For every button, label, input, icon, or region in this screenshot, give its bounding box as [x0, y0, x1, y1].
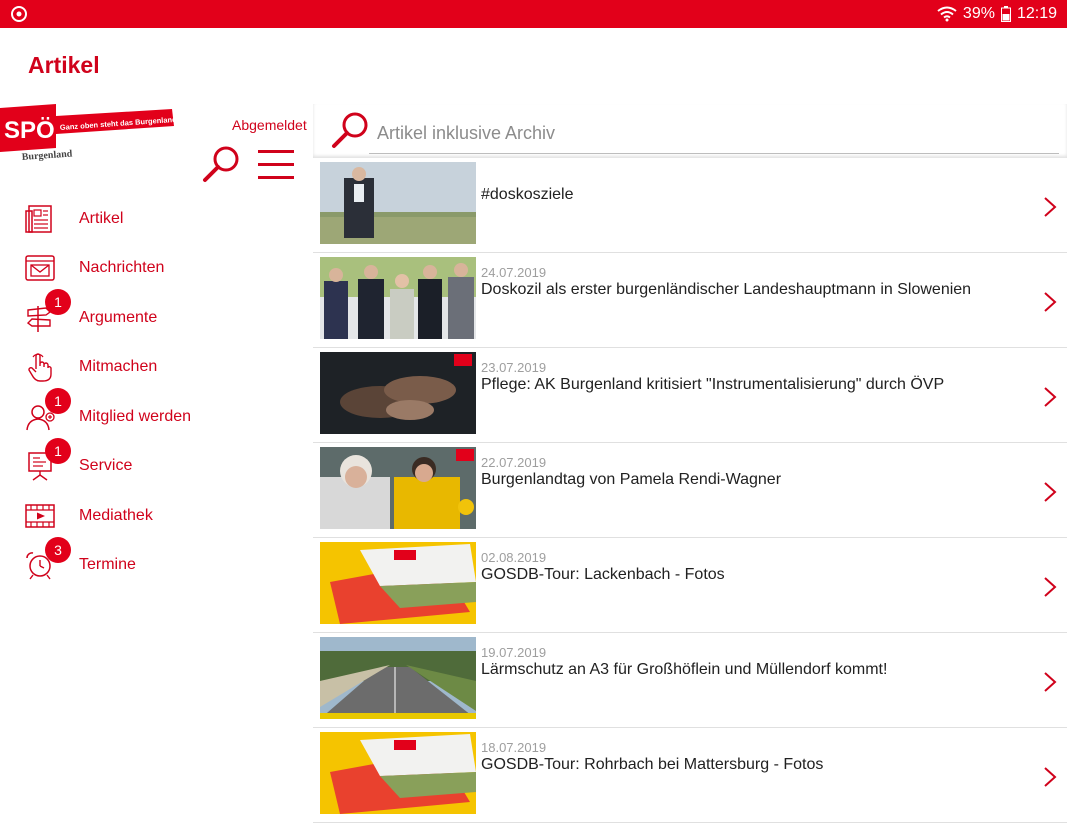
article-thumbnail: [320, 257, 476, 339]
article-thumbnail: [320, 637, 476, 719]
article-list: #doskosziele 24.07.2019 Doskozil als ers…: [313, 158, 1067, 823]
sidebar-item-mediathek[interactable]: Mediathek: [0, 491, 313, 541]
hamburger-menu-icon[interactable]: [258, 150, 294, 180]
notification-badge: 1: [45, 388, 71, 414]
article-title: GOSDB-Tour: Rohrbach bei Mattersburg - F…: [481, 756, 824, 773]
article-list-panel: #doskosziele 24.07.2019 Dosk: [313, 104, 1067, 823]
svg-text:Burgenland: Burgenland: [21, 148, 73, 163]
sidebar-item-termine[interactable]: 3 Termine: [0, 536, 313, 591]
search-bar: [313, 104, 1067, 158]
article-thumbnail: [320, 352, 476, 434]
article-date: 19.07.2019: [481, 645, 547, 660]
article-date: 23.07.2019: [481, 360, 547, 375]
list-item[interactable]: 19.07.2019 Lärmschutz an A3 für Großhöfl…: [313, 633, 1067, 728]
login-status-link[interactable]: Abgemeldet: [232, 117, 307, 133]
article-title: Lärmschutz an A3 für Großhöflein und Mül…: [481, 661, 888, 678]
sidebar-item-label: Service: [79, 457, 133, 475]
sidebar-item-label: Nachrichten: [79, 259, 165, 277]
sidebar-item-service[interactable]: 1 Service: [0, 437, 313, 492]
article-date: 18.07.2019: [481, 740, 547, 755]
chevron-right-icon: [1044, 387, 1057, 407]
notification-badge: 1: [45, 289, 71, 315]
sidebar-item-label: Mediathek: [79, 506, 153, 524]
article-title: Pflege: AK Burgenland kritisiert "Instru…: [481, 376, 945, 393]
sidebar-item-mitmachen[interactable]: Mitmachen: [0, 343, 313, 393]
search-icon[interactable]: [202, 144, 242, 184]
article-thumbnail: [320, 447, 476, 529]
list-item[interactable]: 24.07.2019 Doskozil als erster burgenlän…: [313, 253, 1067, 348]
article-date: 22.07.2019: [481, 455, 547, 470]
chevron-right-icon: [1044, 482, 1057, 502]
hand-pointer-icon: [28, 353, 52, 382]
sidebar-item-label: Termine: [79, 556, 136, 574]
envelope-icon: [25, 255, 55, 281]
battery-percent: 39%: [962, 5, 995, 22]
wifi-icon: [937, 6, 957, 22]
article-title: #doskosziele: [481, 186, 574, 203]
search-icon[interactable]: [331, 110, 369, 150]
list-item[interactable]: #doskosziele: [313, 158, 1067, 253]
sidebar-item-argumente[interactable]: 1 Argumente: [0, 289, 313, 343]
list-item[interactable]: 23.07.2019 Pflege: AK Burgenland kritisi…: [313, 348, 1067, 443]
article-thumbnail: [320, 542, 476, 624]
sidebar-item-artikel[interactable]: Artikel: [0, 194, 313, 244]
list-item[interactable]: 02.08.2019 GOSDB-Tour: Lackenbach - Foto…: [313, 538, 1067, 633]
battery-icon: [1000, 6, 1011, 22]
search-input[interactable]: [369, 114, 1059, 154]
sidebar-item-label: Argumente: [79, 308, 158, 326]
chevron-right-icon: [1044, 577, 1057, 597]
chevron-right-icon: [1044, 292, 1057, 312]
svg-text:SPÖ: SPÖ: [4, 117, 55, 144]
app-bar: Artikel: [0, 28, 1067, 104]
page-title: Artikel: [28, 52, 100, 78]
film-play-icon: [25, 504, 55, 528]
article-title: Doskozil als erster burgenländischer Lan…: [481, 281, 972, 298]
article-title: Burgenlandtag von Pamela Rendi-Wagner: [481, 471, 782, 488]
article-title: GOSDB-Tour: Lackenbach - Fotos: [481, 566, 725, 583]
clock: 12:19: [1016, 5, 1057, 22]
chevron-right-icon: [1044, 672, 1057, 692]
article-date: 24.07.2019: [481, 265, 547, 280]
sidebar: SPÖ Ganz oben steht das Burgenland. Burg…: [0, 104, 313, 800]
app-notification-icon: [11, 6, 27, 22]
article-thumbnail: [320, 162, 476, 244]
sidebar-item-mitglied-werden[interactable]: 1 Mitglied werden: [0, 388, 313, 442]
article-thumbnail: [320, 732, 476, 814]
system-status-bar: 39% 12:19: [0, 0, 1067, 28]
main-navigation: Artikel Nachrichten 1 Argumente Mitmache…: [0, 194, 313, 590]
notification-badge: 1: [45, 437, 71, 464]
chevron-right-icon: [1044, 767, 1057, 787]
article-date: 02.08.2019: [481, 550, 547, 565]
notification-badge: 3: [45, 536, 71, 563]
sidebar-item-nachrichten[interactable]: Nachrichten: [0, 244, 313, 294]
list-item[interactable]: 18.07.2019 GOSDB-Tour: Rohrbach bei Matt…: [313, 728, 1067, 823]
sidebar-item-label: Artikel: [79, 209, 124, 227]
list-item[interactable]: 22.07.2019 Burgenlandtag von Pamela Rend…: [313, 443, 1067, 538]
sidebar-item-label: Mitglied werden: [79, 407, 192, 425]
sidebar-item-label: Mitmachen: [79, 358, 158, 376]
chevron-right-icon: [1044, 197, 1057, 217]
newspaper-icon: [25, 205, 52, 233]
spoe-logo: SPÖ Ganz oben steht das Burgenland. Burg…: [0, 104, 180, 164]
